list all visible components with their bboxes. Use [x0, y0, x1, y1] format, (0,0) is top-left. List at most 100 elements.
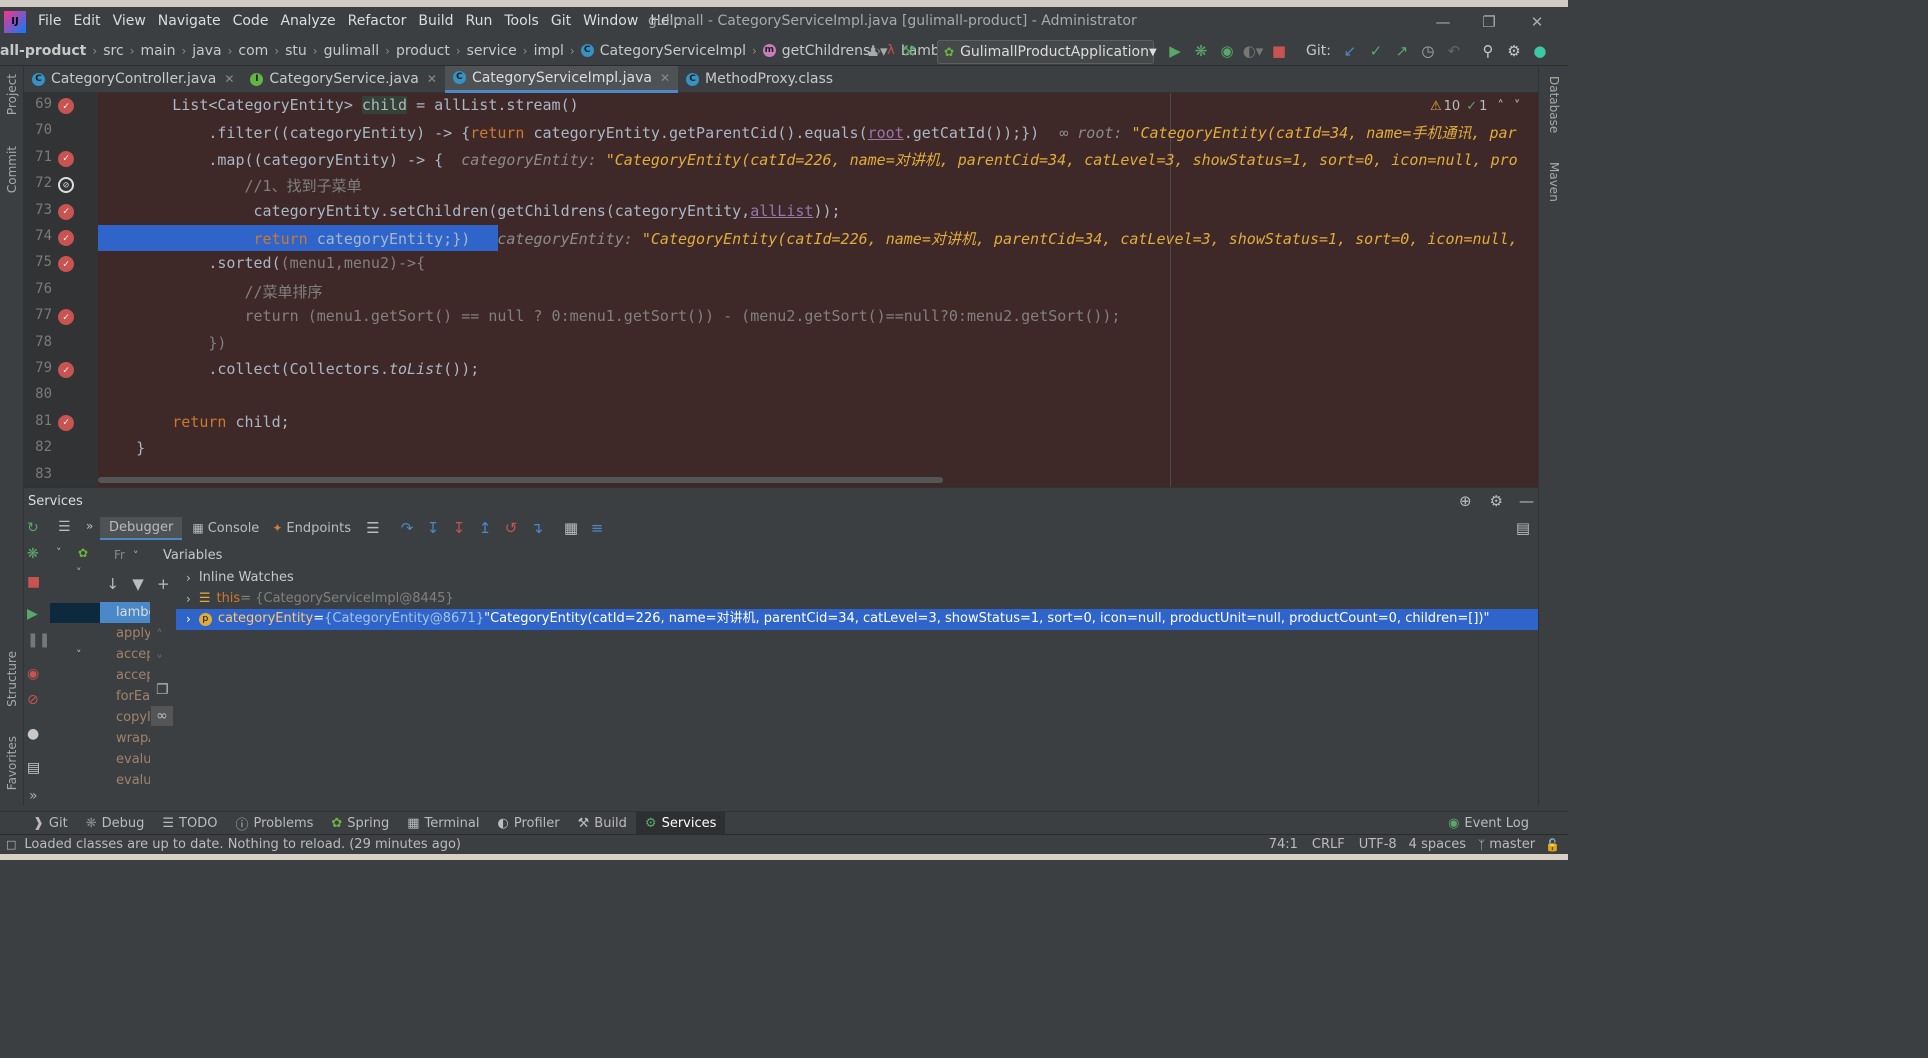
selected-tree-row[interactable]	[50, 603, 100, 623]
tab-console[interactable]: Console	[204, 517, 269, 540]
frame-item[interactable]: apply	[100, 623, 150, 644]
breakpoint-icon[interactable]: ✓	[58, 414, 74, 431]
chevron-right-icon[interactable]: ›	[186, 589, 191, 610]
rerun-icon[interactable]: ↻	[27, 520, 39, 536]
commit-tool-button[interactable]: Commit	[5, 146, 19, 193]
close-icon[interactable]: ✕	[660, 71, 670, 85]
force-step-into-icon[interactable]: ↧	[448, 517, 470, 539]
menu-window[interactable]: Window	[577, 7, 644, 36]
frame-item[interactable]: accept	[100, 644, 150, 665]
menu-build[interactable]: Build	[412, 7, 459, 36]
code-editor[interactable]: ⚠ 10 ✓ 1 ˄ ˅ 69 ✓ List<CategoryEntity> child…	[24, 93, 1538, 487]
hide-icon[interactable]: —	[1519, 492, 1534, 510]
breadcrumb-class[interactable]: CategoryServiceImpl	[597, 43, 749, 59]
menu-analyze[interactable]: Analyze	[274, 7, 341, 36]
stop-icon[interactable]: ■	[27, 574, 40, 590]
breadcrumb-com[interactable]: com	[235, 43, 271, 59]
indent-setting[interactable]: 4 spaces	[1409, 837, 1466, 852]
git-push-icon[interactable]: ↗	[1391, 40, 1413, 62]
git-commit-icon[interactable]: ✓	[1365, 40, 1387, 62]
restore-button[interactable]: ❐	[1466, 7, 1512, 36]
breakpoint-icon[interactable]: ✓	[58, 203, 74, 220]
git-branch[interactable]: master	[1489, 837, 1535, 852]
chevron-down-icon[interactable]: ˅	[133, 549, 139, 562]
services-tree[interactable]: ˅ ✿ ˅ ˅	[50, 542, 100, 806]
menu-run[interactable]: Run	[460, 7, 499, 36]
close-icon[interactable]: ✕	[224, 72, 234, 86]
mute-breakpoints-icon[interactable]: ⊘	[27, 692, 39, 708]
git-update-icon[interactable]: ↙	[1339, 40, 1361, 62]
variable-row-inline-watches[interactable]: › Inline Watches	[176, 568, 1538, 589]
line-separator[interactable]: CRLF	[1312, 837, 1345, 852]
settings-gear-icon[interactable]: ⚙	[1503, 40, 1525, 62]
tool-services[interactable]: ⚙ Services	[635, 811, 726, 835]
lock-icon[interactable]: 🔓	[1545, 838, 1560, 852]
expand-all-icon[interactable]: ☰	[58, 519, 71, 535]
step-into-icon[interactable]: ↧	[422, 517, 444, 539]
chevron-down-icon[interactable]: ˅	[76, 566, 82, 579]
tab-category-service-impl[interactable]: C CategoryServiceImpl.java ✕	[444, 65, 679, 93]
menu-refactor[interactable]: Refactor	[342, 7, 413, 36]
menu-code[interactable]: Code	[227, 7, 275, 36]
add-icon[interactable]: +	[153, 573, 174, 595]
variables-panel[interactable]: › Inline Watches › ☰ this = {CategorySer…	[176, 568, 1538, 806]
tool-profiler[interactable]: ◐ Profiler	[489, 812, 569, 835]
tab-endpoints[interactable]: Endpoints	[282, 517, 360, 540]
crosshair-icon[interactable]: ⊕	[1459, 492, 1472, 510]
breadcrumb-method[interactable]: getChildrens	[779, 43, 874, 59]
caret-position[interactable]: 74:1	[1269, 837, 1298, 852]
variable-row-category-entity[interactable]: › p categoryEntity = {CategoryEntity@867…	[176, 609, 1538, 630]
tool-git[interactable]: ❱ Git	[24, 812, 77, 835]
tab-category-controller[interactable]: C CategoryController.java ✕	[24, 66, 242, 93]
project-tool-button[interactable]: Project	[5, 74, 19, 115]
plugin-icon[interactable]: ●	[1529, 40, 1551, 62]
search-icon[interactable]: ⚲	[1477, 40, 1499, 62]
frame-item[interactable]: wrapAndCopyInto	[100, 728, 150, 749]
breakpoint-icon[interactable]: ✓	[58, 362, 74, 378]
copy-icon[interactable]: ❐	[156, 682, 169, 698]
view-breakpoints-icon[interactable]: ◉	[27, 666, 39, 682]
tool-event-log[interactable]: ◉ Event Log	[1439, 812, 1538, 835]
frame-item[interactable]: lambda	[100, 602, 150, 623]
trace-icon[interactable]: ≡	[586, 517, 608, 539]
breadcrumb-module[interactable]: all-product	[0, 43, 89, 59]
arrow-down-icon[interactable]: ˅	[156, 654, 163, 670]
favorites-tool-button[interactable]: Favorites	[5, 736, 19, 790]
status-toggle-icon[interactable]: □	[6, 838, 16, 851]
tool-debug[interactable]: ❋ Debug	[77, 812, 154, 835]
structure-tool-button[interactable]: Structure	[5, 651, 19, 707]
arrow-down-icon[interactable]: ↓	[102, 573, 123, 595]
horizontal-scrollbar[interactable]	[98, 477, 943, 483]
debug-icon[interactable]: ❋	[27, 546, 39, 562]
variable-row-this[interactable]: › ☰ this = {CategoryServiceImpl@8445}	[176, 589, 1538, 610]
frame-item[interactable]: forEach	[100, 686, 150, 707]
close-window-button[interactable]: ✕	[1514, 7, 1560, 36]
more-icon[interactable]: »	[29, 788, 38, 804]
step-out-icon[interactable]: ↥	[474, 517, 496, 539]
menu-git[interactable]: Git	[545, 7, 577, 36]
user-icon[interactable]: ♟▾	[866, 40, 888, 62]
evaluate-icon[interactable]: ▦	[560, 517, 582, 539]
pause-icon[interactable]: ❚❚	[27, 632, 50, 648]
tab-debugger[interactable]: Debugger	[100, 516, 183, 540]
tab-category-service[interactable]: I CategoryService.java ✕	[242, 66, 445, 93]
frame-item[interactable]: evaluate	[100, 749, 150, 770]
drop-frame-icon[interactable]: ↺	[500, 517, 522, 539]
breadcrumb-src[interactable]: src	[100, 43, 126, 59]
build-hammer-icon[interactable]: ⚒	[898, 40, 920, 62]
chevron-down-icon[interactable]: ˅	[56, 546, 62, 559]
breakpoint-icon[interactable]: ✓	[58, 150, 74, 167]
run-to-cursor-icon[interactable]: ↴	[526, 517, 548, 539]
database-tool-button[interactable]: Database	[1547, 76, 1561, 133]
stop-icon[interactable]: ■	[1268, 40, 1290, 62]
rollback-icon[interactable]: ↶	[1443, 40, 1465, 62]
profile-icon[interactable]: ◐▾	[1242, 40, 1264, 62]
step-over-icon[interactable]: ↷	[396, 517, 418, 539]
tool-terminal[interactable]: ▦ Terminal	[398, 812, 488, 835]
menu-view[interactable]: View	[107, 7, 152, 36]
debug-icon[interactable]: ❋	[1190, 40, 1212, 62]
frame-item[interactable]: accept	[100, 665, 150, 686]
maven-tool-button[interactable]: Maven	[1547, 162, 1561, 202]
breadcrumb-impl[interactable]: impl	[531, 43, 567, 59]
breakpoint-icon[interactable]: ✓	[58, 230, 74, 246]
